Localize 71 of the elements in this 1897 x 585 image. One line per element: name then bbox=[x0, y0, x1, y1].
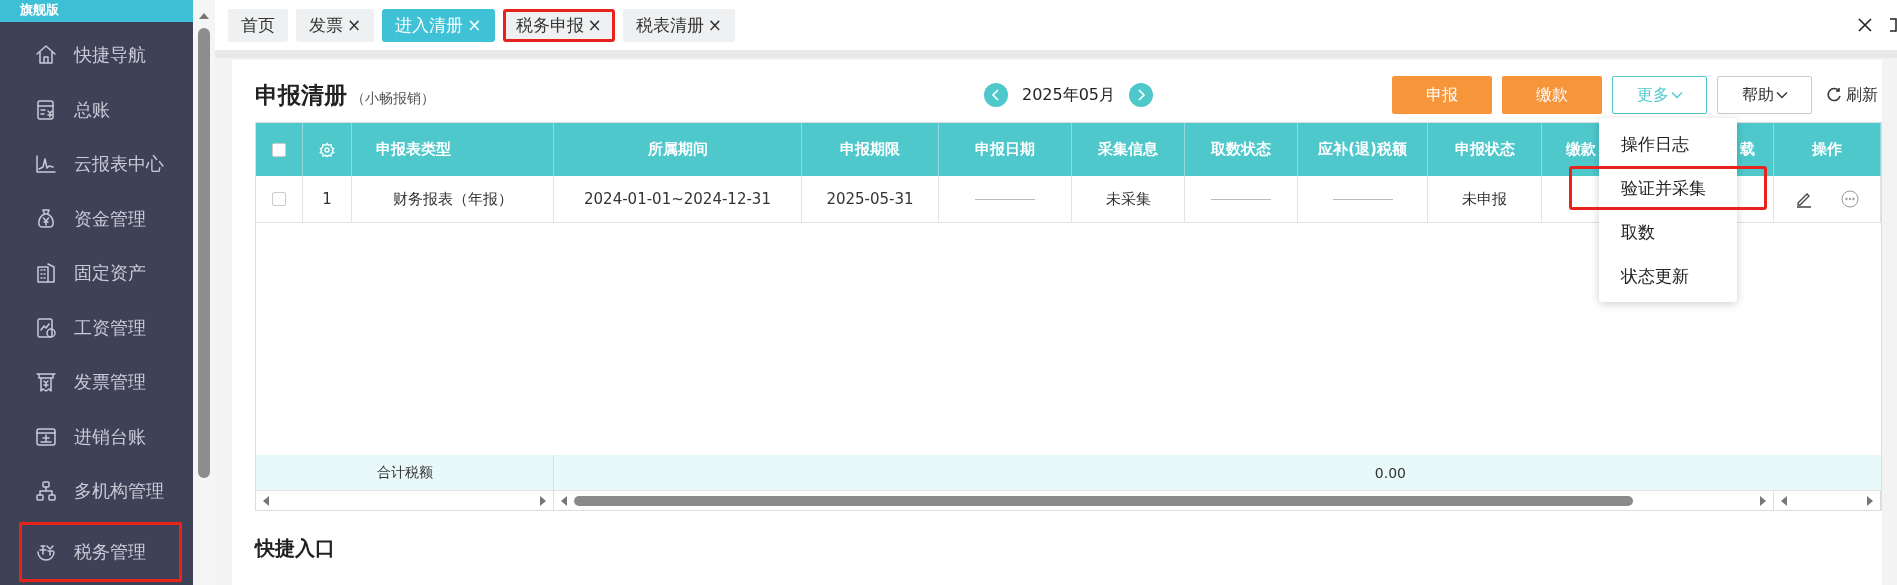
sidebar-item[interactable]: 进销台账 bbox=[0, 409, 185, 464]
close-tab-icon[interactable]: × bbox=[707, 15, 722, 35]
tab[interactable]: 发票 × bbox=[296, 8, 375, 42]
menu-item[interactable]: 状态更新 bbox=[1599, 254, 1737, 298]
sidebar-label: 云报表中心 bbox=[74, 152, 164, 177]
close-tab-icon[interactable]: × bbox=[587, 15, 602, 35]
sidebar-label: 总账 bbox=[74, 97, 110, 122]
payslip-icon bbox=[34, 315, 58, 340]
chevron-right-icon bbox=[1136, 89, 1147, 101]
empty-dash bbox=[975, 198, 1035, 200]
table-cell: 未申报 bbox=[1428, 176, 1542, 223]
sidebar-label: 资金管理 bbox=[74, 206, 146, 231]
table-cell: 2025-05-31 bbox=[802, 176, 939, 223]
totals-amount: 0.00 bbox=[1373, 463, 1407, 483]
sidebar-item[interactable]: 总账 bbox=[0, 82, 185, 137]
column-header: 申报期限 bbox=[802, 123, 939, 176]
tab[interactable]: 税务申报 × bbox=[502, 8, 615, 42]
close-icon[interactable] bbox=[1857, 17, 1873, 33]
column-header: 申报状态 bbox=[1428, 123, 1542, 176]
sidebar-item[interactable]: 工资管理 bbox=[0, 300, 185, 355]
page-title: 申报清册 bbox=[255, 80, 347, 110]
sidebar-label: 固定资产 bbox=[74, 261, 146, 286]
column-header: 操作 bbox=[1774, 123, 1881, 176]
sidebar-label: 税务管理 bbox=[74, 539, 146, 564]
empty-dash bbox=[1332, 198, 1393, 200]
sidebar-label: 工资管理 bbox=[74, 315, 146, 340]
sidebar-label: 进销台账 bbox=[74, 424, 146, 449]
edition-label: 旗舰版 bbox=[0, 0, 193, 22]
sidebar-label: 快捷导航 bbox=[74, 43, 146, 68]
expand-icon[interactable] bbox=[1889, 17, 1897, 33]
tab[interactable]: 税表清册 × bbox=[622, 8, 735, 42]
table-cell: 未采集 bbox=[1072, 176, 1185, 223]
chevron-down-icon bbox=[1775, 89, 1788, 101]
building-icon bbox=[34, 261, 58, 286]
empty-dash bbox=[1211, 198, 1271, 200]
table-cell: 1 bbox=[303, 176, 352, 223]
section-title: 快捷入口 bbox=[255, 535, 336, 562]
org-chart-icon bbox=[34, 479, 58, 504]
sidebar-item[interactable]: 资金管理 bbox=[0, 191, 185, 246]
sidebar-label: 发票管理 bbox=[74, 370, 146, 395]
chevron-left-icon bbox=[990, 89, 1001, 101]
sidebar-item[interactable]: 云报表中心 bbox=[0, 137, 185, 192]
column-header: 采集信息 bbox=[1072, 123, 1185, 176]
row-checkbox[interactable] bbox=[272, 192, 286, 206]
column-header: 申报日期 bbox=[939, 123, 1072, 176]
more-icon[interactable] bbox=[1841, 190, 1859, 208]
period-label: 2025年05月 bbox=[1021, 84, 1116, 106]
tab[interactable]: 首页 bbox=[228, 8, 288, 42]
column-header: 取数状态 bbox=[1185, 123, 1298, 176]
sidebar-item[interactable]: 发票管理 bbox=[0, 355, 185, 410]
table-cell: 财务报表（年报） bbox=[352, 176, 554, 223]
table-cell: 2024-01-01~2024-12-31 bbox=[554, 176, 802, 223]
chevron-down-icon bbox=[1670, 89, 1683, 101]
sidebar-label: 多机构管理 bbox=[74, 479, 164, 504]
sidebar-item[interactable]: 快捷导航 bbox=[0, 28, 185, 83]
horizontal-scrollbar-thumb[interactable] bbox=[574, 495, 1633, 506]
select-all-checkbox[interactable] bbox=[272, 142, 286, 157]
page-subtitle: （小畅报销） bbox=[351, 89, 435, 108]
close-tab-icon[interactable]: × bbox=[347, 15, 362, 35]
column-header: 应补(退)税额 bbox=[1298, 123, 1428, 176]
sidebar-item[interactable]: 多机构管理 bbox=[0, 464, 185, 519]
scrollbar-thumb[interactable] bbox=[198, 28, 210, 478]
refresh-button[interactable]: 刷新 bbox=[1822, 76, 1882, 114]
column-header: 申报表类型 bbox=[352, 123, 554, 176]
receipt-icon bbox=[34, 370, 58, 395]
column-header: 所属期间 bbox=[554, 123, 802, 176]
totals-label: 合计税额 bbox=[256, 455, 554, 490]
refresh-icon bbox=[1826, 87, 1842, 103]
dropdown-button[interactable]: 帮助 bbox=[1717, 76, 1812, 114]
sidebar-item[interactable]: 税务管理 bbox=[16, 518, 185, 585]
sidebar-item[interactable]: 固定资产 bbox=[0, 246, 185, 301]
